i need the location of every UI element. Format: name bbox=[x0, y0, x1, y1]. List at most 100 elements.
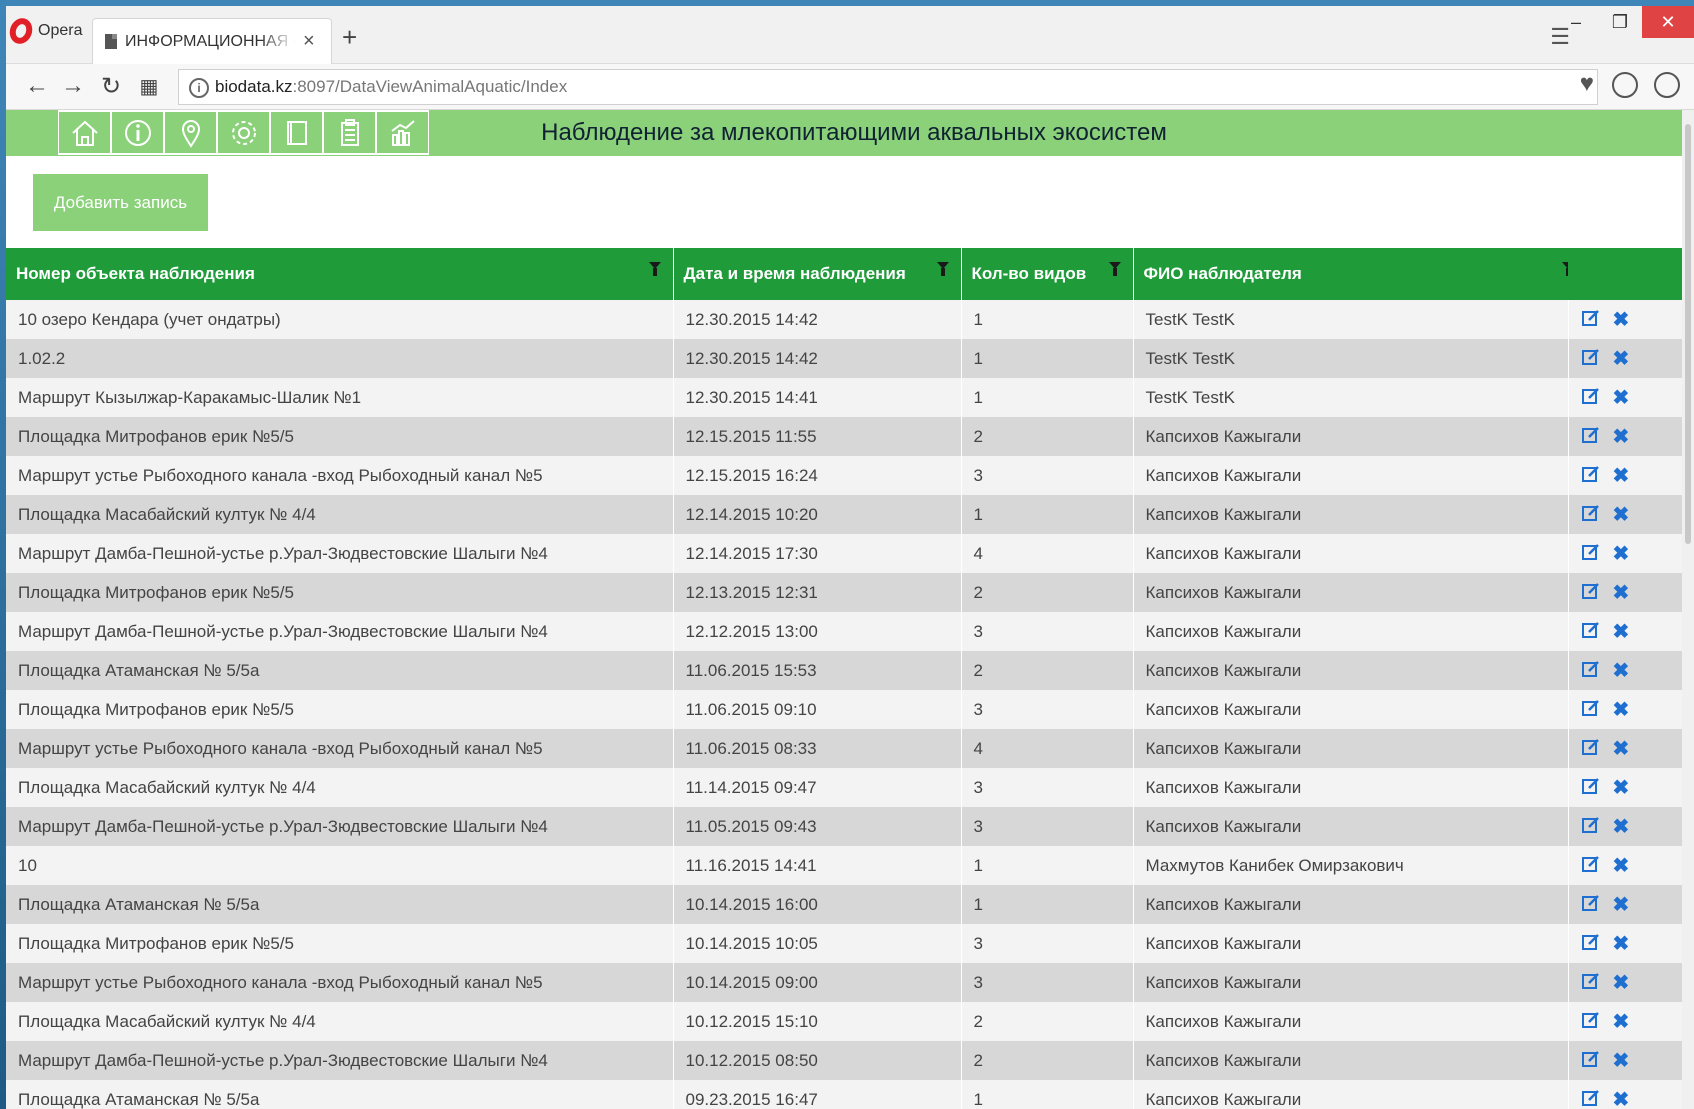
cell-actions: ✖ bbox=[1568, 651, 1682, 690]
edit-icon[interactable] bbox=[1581, 698, 1601, 722]
col-header-datetime[interactable]: Дата и время наблюдения bbox=[673, 248, 962, 300]
table-row[interactable]: Маршрут Дамба-Пешной-устье р.Урал-Зюдвес… bbox=[6, 807, 1682, 846]
delete-icon[interactable]: ✖ bbox=[1613, 622, 1630, 642]
edit-icon[interactable] bbox=[1581, 776, 1601, 800]
edit-icon[interactable] bbox=[1581, 854, 1601, 878]
table-row[interactable]: Площадка Масабайский култук № 4/4 10.12.2… bbox=[6, 1002, 1682, 1041]
table-row[interactable]: Площадка Митрофанов ерик №5/5 12.15.2015 … bbox=[6, 417, 1682, 456]
speed-dial-icon[interactable]: ▦ bbox=[134, 74, 164, 99]
chart-icon[interactable] bbox=[376, 110, 429, 155]
delete-icon[interactable]: ✖ bbox=[1613, 1012, 1630, 1032]
edit-icon[interactable] bbox=[1581, 971, 1601, 995]
url-field[interactable]: i biodata.kz:8097/DataViewAnimalAquatic/… bbox=[178, 69, 1598, 105]
table-row[interactable]: Маршрут устье Рыбоходного канала -вход Р… bbox=[6, 456, 1682, 495]
table-row[interactable]: Маршрут Дамба-Пешной-устье р.Урал-Зюдвес… bbox=[6, 1041, 1682, 1080]
table-row[interactable]: Площадка Митрофанов ерик №5/5 12.13.2015 … bbox=[6, 573, 1682, 612]
edit-icon[interactable] bbox=[1581, 425, 1601, 449]
bookmark-heart-icon[interactable]: ♥ bbox=[1580, 70, 1594, 98]
col-header-species-count[interactable]: Кол-во видов bbox=[961, 248, 1134, 300]
site-info-icon[interactable]: i bbox=[189, 78, 209, 98]
minimize-icon[interactable]: – bbox=[1554, 6, 1598, 38]
delete-icon[interactable]: ✖ bbox=[1613, 427, 1630, 447]
edit-icon[interactable] bbox=[1581, 932, 1601, 956]
delete-icon[interactable]: ✖ bbox=[1613, 466, 1630, 486]
edit-icon[interactable] bbox=[1581, 542, 1601, 566]
delete-icon[interactable]: ✖ bbox=[1613, 1090, 1630, 1109]
page-content: Наблюдение за млекопитающими аквальных э… bbox=[6, 110, 1682, 1109]
tab-title: ИНФОРМАЦИОННАЯ СИ bbox=[125, 32, 295, 50]
edit-icon[interactable] bbox=[1581, 503, 1601, 527]
table-row[interactable]: Маршрут устье Рыбоходного канала -вход Р… bbox=[6, 963, 1682, 1002]
table-row[interactable]: Площадка Атаманская № 5/5а 11.06.2015 15:… bbox=[6, 651, 1682, 690]
delete-icon[interactable]: ✖ bbox=[1613, 661, 1630, 681]
delete-icon[interactable]: ✖ bbox=[1613, 934, 1630, 954]
map-pin-icon[interactable] bbox=[164, 110, 217, 155]
info-icon[interactable] bbox=[111, 110, 164, 155]
col-header-object[interactable]: Номер объекта наблюдения bbox=[6, 248, 674, 300]
new-tab-button[interactable]: + bbox=[342, 22, 357, 53]
book-icon[interactable] bbox=[270, 110, 323, 155]
delete-icon[interactable]: ✖ bbox=[1613, 856, 1630, 876]
edit-icon[interactable] bbox=[1581, 659, 1601, 683]
cell-observer: Капсихов Кажыгали bbox=[1133, 807, 1569, 846]
add-record-button[interactable]: Добавить запись bbox=[33, 174, 208, 231]
delete-icon[interactable]: ✖ bbox=[1613, 895, 1630, 915]
delete-icon[interactable]: ✖ bbox=[1613, 310, 1630, 330]
table-row[interactable]: Площадка Атаманская № 5/5а 10.14.2015 16:… bbox=[6, 885, 1682, 924]
delete-icon[interactable]: ✖ bbox=[1613, 817, 1630, 837]
edit-icon[interactable] bbox=[1581, 308, 1601, 332]
delete-icon[interactable]: ✖ bbox=[1613, 505, 1630, 525]
edit-icon[interactable] bbox=[1581, 737, 1601, 761]
delete-icon[interactable]: ✖ bbox=[1613, 973, 1630, 993]
table-row[interactable]: Площадка Митрофанов ерик №5/5 11.06.2015 … bbox=[6, 690, 1682, 729]
edit-icon[interactable] bbox=[1581, 1010, 1601, 1034]
table-row[interactable]: Маршрут Кызылжар-Каракамыс-Шалик №1 12.30… bbox=[6, 378, 1682, 417]
delete-icon[interactable]: ✖ bbox=[1613, 1051, 1630, 1071]
edit-icon[interactable] bbox=[1581, 464, 1601, 488]
account-icon[interactable] bbox=[1654, 72, 1680, 98]
reload-icon[interactable]: ↻ bbox=[96, 72, 126, 101]
table-row[interactable]: 1.02.2 12.30.2015 14:42 1 TestK TestK ✖ bbox=[6, 339, 1682, 378]
edit-icon[interactable] bbox=[1581, 1049, 1601, 1073]
table-row[interactable]: Площадка Масабайский култук № 4/4 12.14.2… bbox=[6, 495, 1682, 534]
edit-icon[interactable] bbox=[1581, 581, 1601, 605]
table-row[interactable]: 10 озеро Кендара (учет ондатры) 12.30.201… bbox=[6, 300, 1682, 339]
edit-icon[interactable] bbox=[1581, 386, 1601, 410]
table-row[interactable]: 10 11.16.2015 14:41 1 Махмутов Канибек Омир… bbox=[6, 846, 1682, 885]
home-icon[interactable] bbox=[58, 110, 111, 155]
edit-icon[interactable] bbox=[1581, 620, 1601, 644]
download-icon[interactable] bbox=[1612, 72, 1638, 98]
scrollbar-thumb[interactable] bbox=[1685, 124, 1691, 544]
table-row[interactable]: Маршрут Дамба-Пешной-устье р.Урал-Зюдвес… bbox=[6, 612, 1682, 651]
filter-icon[interactable] bbox=[936, 262, 949, 276]
delete-icon[interactable]: ✖ bbox=[1613, 739, 1630, 759]
table-row[interactable]: Маршрут устье Рыбоходного канала -вход Р… bbox=[6, 729, 1682, 768]
edit-icon[interactable] bbox=[1581, 815, 1601, 839]
delete-icon[interactable]: ✖ bbox=[1613, 700, 1630, 720]
delete-icon[interactable]: ✖ bbox=[1613, 778, 1630, 798]
delete-icon[interactable]: ✖ bbox=[1613, 583, 1630, 603]
clipboard-icon[interactable] bbox=[323, 110, 376, 155]
page-scrollbar[interactable] bbox=[1682, 110, 1694, 1109]
close-tab-icon[interactable]: × bbox=[303, 30, 315, 53]
gear-icon[interactable] bbox=[217, 110, 270, 155]
back-icon[interactable]: ← bbox=[22, 72, 52, 100]
filter-icon[interactable] bbox=[648, 262, 661, 276]
delete-icon[interactable]: ✖ bbox=[1613, 544, 1630, 564]
table-row[interactable]: Площадка Атаманская № 5/5а 09.23.2015 16:… bbox=[6, 1080, 1682, 1109]
close-window-icon[interactable]: ✕ bbox=[1642, 6, 1694, 38]
table-row[interactable]: Площадка Масабайский култук № 4/4 11.14.2… bbox=[6, 768, 1682, 807]
delete-icon[interactable]: ✖ bbox=[1613, 349, 1630, 369]
col-header-observer[interactable]: ФИО наблюдателя bbox=[1133, 248, 1574, 300]
opera-menu-button[interactable]: Opera bbox=[6, 10, 84, 52]
table-row[interactable]: Площадка Митрофанов ерик №5/5 10.14.2015 … bbox=[6, 924, 1682, 963]
delete-icon[interactable]: ✖ bbox=[1613, 388, 1630, 408]
tab-active[interactable]: ИНФОРМАЦИОННАЯ СИ × bbox=[92, 18, 332, 64]
edit-icon[interactable] bbox=[1581, 347, 1601, 371]
table-row[interactable]: Маршрут Дамба-Пешной-устье р.Урал-Зюдвес… bbox=[6, 534, 1682, 573]
forward-icon[interactable]: → bbox=[58, 72, 88, 100]
filter-icon[interactable] bbox=[1108, 262, 1121, 276]
edit-icon[interactable] bbox=[1581, 1088, 1601, 1109]
restore-icon[interactable]: ❐ bbox=[1598, 6, 1642, 38]
edit-icon[interactable] bbox=[1581, 893, 1601, 917]
